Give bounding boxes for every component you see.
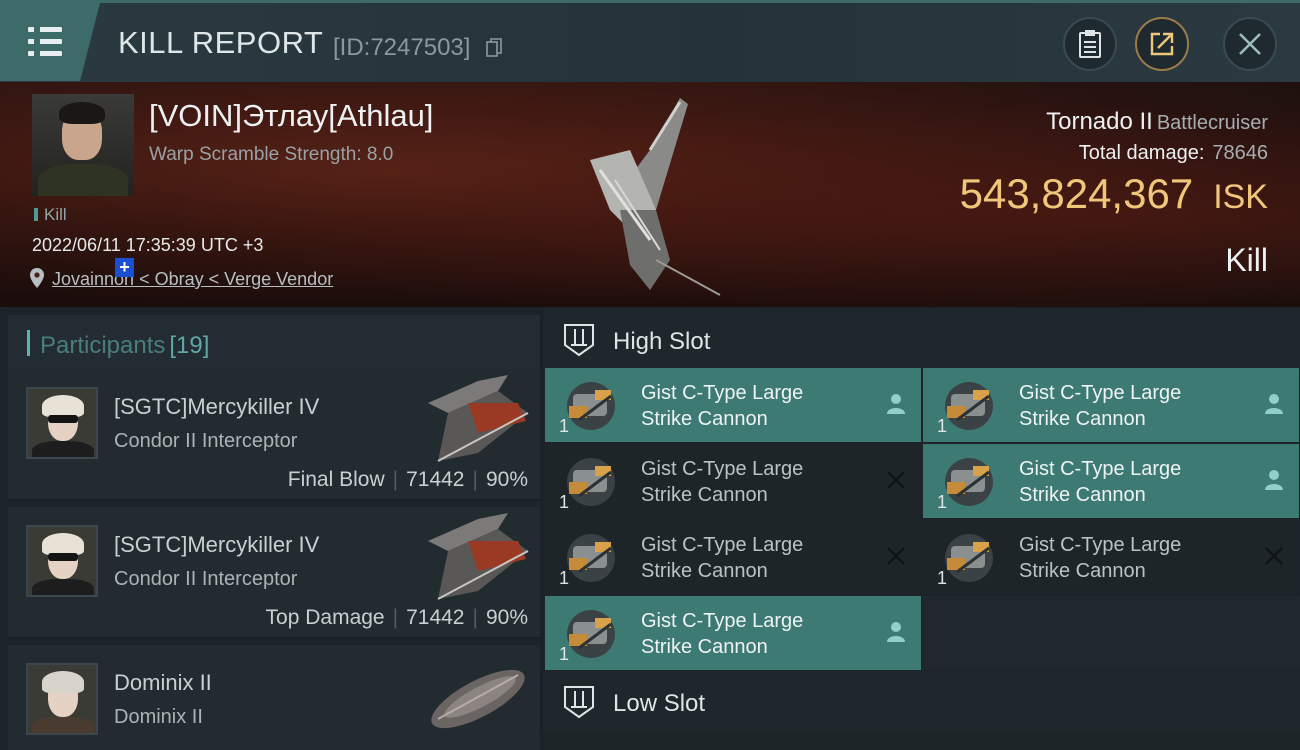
module-item[interactable]: 1 Gist C-Type Large Strike Cannon — [923, 368, 1299, 442]
pilot-icon — [1265, 394, 1283, 414]
module-name-line1: Gist C-Type Large — [641, 458, 804, 480]
clipboard-icon — [1079, 30, 1101, 58]
participant-ship: Condor II Interceptor — [114, 430, 298, 452]
module-name-line2: Strike Cannon — [1019, 408, 1146, 430]
kill-summary-banner: + [VOIN]Этлау[Athlau] Warp Scramble Stre… — [0, 82, 1300, 307]
kill-id: [ID:7247503] — [333, 34, 471, 61]
add-contact-icon[interactable]: + — [115, 258, 134, 277]
isk-value: 543,824,367 ISK — [959, 170, 1268, 217]
module-name-line2: Strike Cannon — [1019, 484, 1146, 506]
total-damage: Total damage: 78646 — [1078, 142, 1268, 164]
module-qty: 1 — [559, 644, 570, 664]
fitting-panel: High Slot 1 Gist C-Type Large Strike Can… — [543, 307, 1300, 750]
close-button[interactable] — [1223, 17, 1277, 71]
module-name-line2: Strike Cannon — [641, 408, 768, 430]
module-qty: 1 — [937, 568, 948, 588]
module-name-line1: Gist C-Type Large — [1019, 458, 1182, 480]
module-name-line1: Gist C-Type Large — [1019, 534, 1182, 556]
participant-avatar — [26, 387, 98, 459]
participant-avatar — [26, 663, 98, 735]
module-qty: 1 — [937, 416, 948, 436]
low-slot-header: Low Slot — [543, 671, 1300, 731]
participant-stats: Top Damage | 71442 | 90% — [265, 606, 528, 629]
participant-row[interactable]: [SGTC]Mercykiller IV Condor II Intercept… — [8, 507, 540, 639]
module-item-partial[interactable] — [923, 731, 1300, 750]
victim-name[interactable]: [VOIN]Этлау[Athlau] — [149, 98, 433, 134]
module-item[interactable]: 1 Gist C-Type Large Strike Cannon — [545, 596, 921, 670]
destroyed-x-icon — [887, 547, 905, 565]
module-qty: 1 — [559, 416, 570, 436]
destroyed-x-icon — [887, 471, 905, 489]
share-icon — [1150, 32, 1174, 56]
high-slot-icon — [564, 324, 594, 357]
participant-ship-image — [428, 513, 529, 600]
participant-avatar — [26, 525, 98, 597]
module-qty: 1 — [559, 568, 570, 588]
low-slot-icon — [564, 686, 594, 719]
kill-datetime: 2022/06/11 17:35:39 UTC +3 — [32, 235, 264, 255]
participant-stats: Final Blow | 71442 | 90% — [287, 468, 528, 491]
warp-scramble-strength: Warp Scramble Strength: 8.0 — [149, 144, 394, 165]
participant-name: Dominix II — [114, 670, 212, 695]
share-button[interactable] — [1135, 17, 1189, 71]
menu-button[interactable] — [0, 3, 100, 81]
module-name-line1: Gist C-Type Large — [641, 610, 804, 632]
module-name-line2: Strike Cannon — [1019, 560, 1146, 582]
participant-name: [SGTC]Mercykiller IV — [114, 532, 320, 557]
location-pin-icon — [30, 268, 44, 288]
victim-portrait[interactable] — [32, 94, 134, 196]
module-qty: 1 — [937, 492, 948, 512]
participants-label: Participants — [40, 332, 166, 359]
pilot-icon — [1265, 470, 1283, 490]
pilot-icon — [887, 622, 905, 642]
module-name-line2: Strike Cannon — [641, 636, 768, 658]
module-name-line1: Gist C-Type Large — [641, 382, 804, 404]
module-item-partial[interactable] — [545, 731, 921, 750]
location-link[interactable]: Jovainnon < Obray < Verge Vendor — [30, 268, 333, 290]
high-slot-label: High Slot — [613, 328, 711, 355]
low-slot-label: Low Slot — [613, 690, 706, 717]
participant-name: [SGTC]Mercykiller IV — [114, 394, 320, 419]
kill-tag: Kill — [34, 205, 67, 225]
victim-ship-name[interactable]: Tornado II Battlecruiser — [1046, 108, 1268, 136]
module-item[interactable]: 1 Gist C-Type Large Strike Cannon — [923, 444, 1299, 518]
participant-row[interactable]: [SGTC]Mercykiller IV Condor II Intercept… — [8, 369, 540, 501]
copy-icon[interactable] — [486, 38, 502, 58]
kill-result-label: Kill — [1225, 242, 1268, 278]
module-item[interactable]: 1 Gist C-Type Large Strike Cannon — [923, 520, 1299, 594]
pilot-icon — [887, 394, 905, 414]
module-item[interactable]: 1 Gist C-Type Large Strike Cannon — [545, 520, 921, 594]
participant-ship: Dominix II — [114, 706, 203, 728]
clipboard-button[interactable] — [1063, 17, 1117, 71]
participant-row[interactable]: Dominix II Dominix II — [8, 645, 540, 750]
participants-count: [19] — [169, 332, 210, 359]
high-slot-header: High Slot — [543, 309, 1300, 369]
page-title: KILL REPORT — [118, 25, 324, 60]
module-name-line2: Strike Cannon — [641, 484, 768, 506]
participant-ship-image — [428, 375, 529, 462]
module-qty: 1 — [559, 492, 570, 512]
participants-panel: Participants [19] [SGTC]Mercykiller IV Co… — [0, 307, 540, 750]
module-name-line1: Gist C-Type Large — [1019, 382, 1182, 404]
module-name-line2: Strike Cannon — [641, 560, 768, 582]
participant-ship-image — [431, 669, 525, 729]
victim-ship-image — [590, 98, 721, 296]
participant-ship: Condor II Interceptor — [114, 568, 298, 590]
module-name-line1: Gist C-Type Large — [641, 534, 804, 556]
empty-slot-cell — [922, 596, 1300, 670]
module-item[interactable]: 1 Gist C-Type Large Strike Cannon — [545, 368, 921, 442]
close-icon — [1239, 33, 1261, 55]
participants-header: Participants [19] — [8, 315, 540, 371]
header-bar: KILL REPORT [ID:7247503] — [0, 0, 1300, 82]
destroyed-x-icon — [1265, 547, 1283, 565]
module-item[interactable]: 1 Gist C-Type Large Strike Cannon — [545, 444, 921, 518]
